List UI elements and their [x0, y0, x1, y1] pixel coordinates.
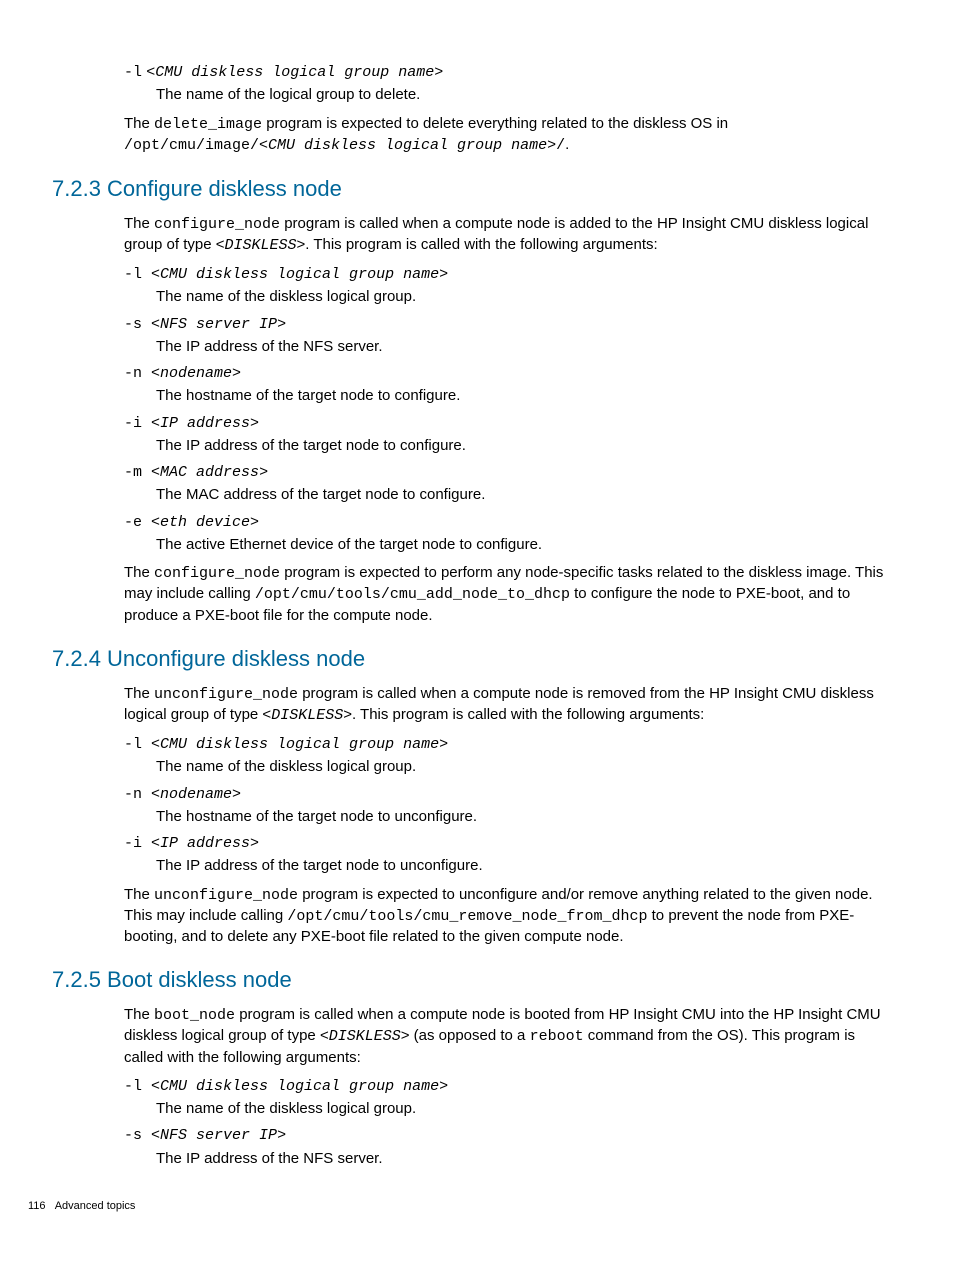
paragraph: The configure_node program is expected t…: [124, 563, 884, 626]
arg-item: -i <IP address>The IP address of the tar…: [124, 833, 884, 877]
arg-item: -l <CMU diskless logical group name>The …: [124, 1076, 884, 1120]
arg-item: -s <NFS server IP>The IP address of the …: [124, 314, 884, 358]
arg-var: NFS server IP: [160, 316, 277, 333]
arg-flag: -l: [124, 266, 142, 283]
paragraph: The delete_image program is expected to …: [124, 114, 884, 157]
arg-desc: The MAC address of the target node to co…: [156, 485, 884, 505]
chapter-name: Advanced topics: [55, 1200, 136, 1212]
arg-desc: The name of the diskless logical group.: [156, 757, 884, 777]
arg-flag: -s: [124, 316, 142, 333]
section-heading-725: 7.2.5 Boot diskless node: [52, 965, 884, 995]
arg-var: nodename: [160, 786, 232, 803]
arg-desc: The name of the logical group to delete.: [156, 85, 884, 105]
arg-flag: -n: [124, 365, 142, 382]
section-heading-724: 7.2.4 Unconfigure diskless node: [52, 644, 884, 674]
arg-var: CMU diskless logical group name: [160, 736, 439, 753]
arg-item: -n <nodename>The hostname of the target …: [124, 784, 884, 828]
paragraph: The unconfigure_node program is expected…: [124, 885, 884, 948]
arg-item: -l <CMU diskless logical group name>The …: [124, 734, 884, 778]
arg-desc: The hostname of the target node to confi…: [156, 386, 884, 406]
page-number: 116: [28, 1200, 46, 1212]
arg-desc: The IP address of the target node to unc…: [156, 856, 884, 876]
arg-item: -l <CMU diskless logical group name> The…: [124, 62, 884, 106]
arg-item: -e <eth device>The active Ethernet devic…: [124, 512, 884, 556]
arg-item: -i <IP address>The IP address of the tar…: [124, 413, 884, 457]
arg-desc: The name of the diskless logical group.: [156, 287, 884, 307]
arg-var: CMU diskless logical group name: [160, 266, 439, 283]
section-heading-723: 7.2.3 Configure diskless node: [52, 174, 884, 204]
paragraph: The configure_node program is called whe…: [124, 214, 884, 257]
arg-var: nodename: [160, 365, 232, 382]
arg-flag: -i: [124, 835, 142, 852]
arg-flag: -i: [124, 415, 142, 432]
arg-flag: -l: [124, 64, 142, 81]
arg-var: NFS server IP: [160, 1127, 277, 1144]
arg-desc: The active Ethernet device of the target…: [156, 535, 884, 555]
arg-item: -m <MAC address>The MAC address of the t…: [124, 462, 884, 506]
arg-flag: -l: [124, 736, 142, 753]
arg-var: eth device: [160, 514, 250, 531]
arg-var: IP address: [160, 835, 250, 852]
paragraph: The unconfigure_node program is called w…: [124, 684, 884, 727]
arg-flag: -m: [124, 464, 142, 481]
arg-var: MAC address: [160, 464, 259, 481]
arg-flag: -s: [124, 1127, 142, 1144]
arg-flag: -e: [124, 514, 142, 531]
paragraph: The boot_node program is called when a c…: [124, 1005, 884, 1068]
arg-desc: The name of the diskless logical group.: [156, 1099, 884, 1119]
arg-flag: -l: [124, 1078, 142, 1095]
arg-desc: The IP address of the target node to con…: [156, 436, 884, 456]
arg-var: CMU diskless logical group name: [160, 1078, 439, 1095]
arg-desc: The hostname of the target node to uncon…: [156, 807, 884, 827]
arg-desc: The IP address of the NFS server.: [156, 1149, 884, 1169]
arg-item: -l <CMU diskless logical group name>The …: [124, 264, 884, 308]
arg-var: CMU diskless logical group name: [155, 64, 434, 81]
arg-item: -s <NFS server IP>The IP address of the …: [124, 1125, 884, 1169]
arg-var: IP address: [160, 415, 250, 432]
page-footer: 116 Advanced topics: [28, 1199, 884, 1214]
arg-item: -n <nodename>The hostname of the target …: [124, 363, 884, 407]
arg-flag: -n: [124, 786, 142, 803]
arg-desc: The IP address of the NFS server.: [156, 337, 884, 357]
